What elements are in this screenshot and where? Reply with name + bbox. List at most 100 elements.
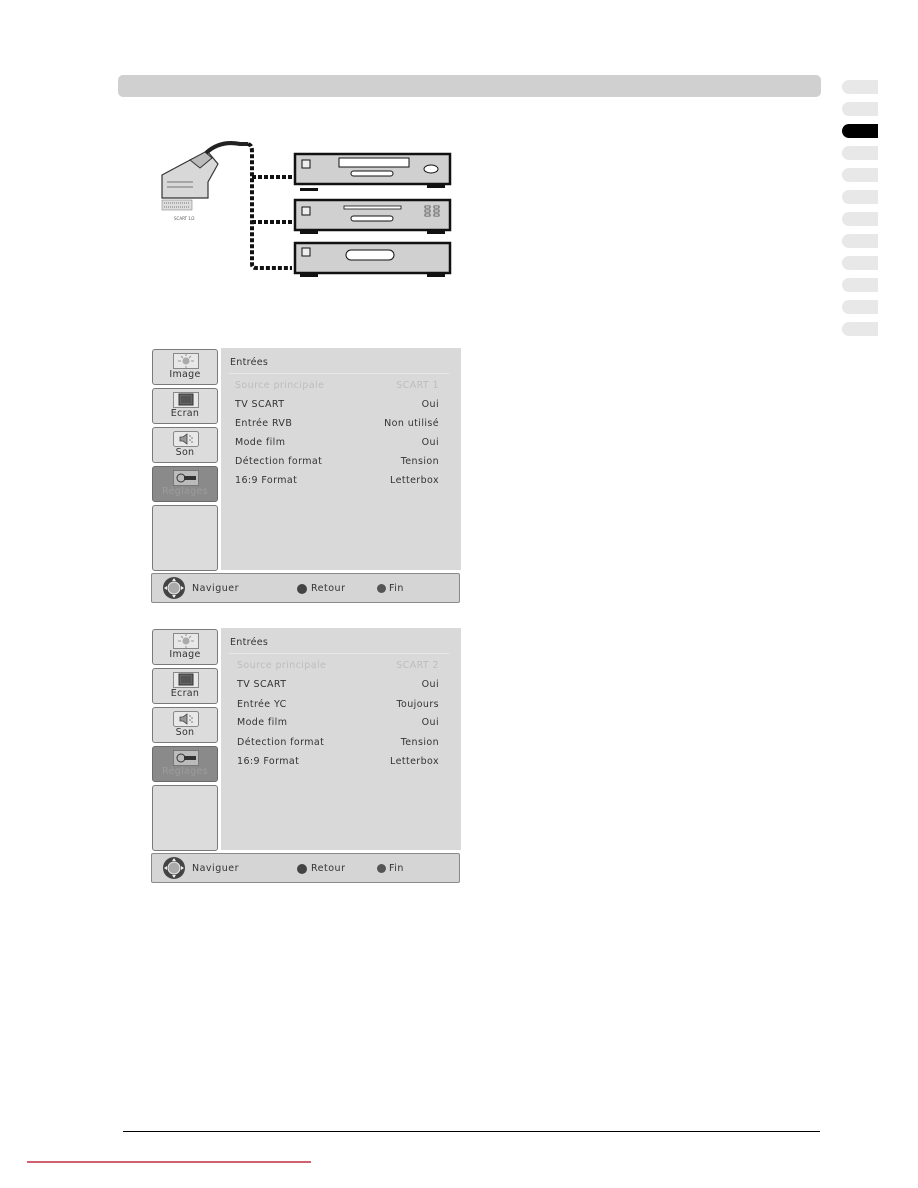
row-value[interactable]: Oui: [422, 679, 439, 690]
chapter-tab: [842, 102, 878, 116]
scart-label: SCART 1/2: [174, 216, 195, 221]
row-label: 16:9 Format: [237, 756, 300, 767]
sidebar-tab-reglages[interactable]: Réglages: [152, 466, 218, 502]
speaker-icon: [173, 711, 199, 727]
footer-exit-label: Fin: [389, 583, 404, 594]
scart-plug-icon: [161, 141, 248, 211]
osd-sidebar: Image Ecran Son Réglages: [151, 628, 221, 852]
row-value[interactable]: Tension: [401, 456, 439, 467]
sidebar-tab-image[interactable]: Image: [152, 349, 218, 385]
osd-footer: Naviguer Retour Fin: [151, 573, 460, 603]
chapter-tab: [842, 190, 878, 204]
screen-tv-icon: [173, 392, 199, 408]
exit-button-icon[interactable]: [377, 584, 386, 593]
image-sun-icon: [173, 633, 199, 649]
row-label: TV SCART: [235, 399, 285, 410]
back-button-icon[interactable]: [297, 864, 307, 874]
row-label: Détection format: [237, 737, 325, 748]
menu-row-detection-format[interactable]: Détection format Tension: [221, 737, 461, 751]
osd-title-divider: [229, 653, 449, 654]
row-label: Mode film: [235, 437, 286, 448]
image-sun-icon: [173, 353, 199, 369]
settings-tools-icon: [173, 750, 199, 766]
sidebar-empty-slot: [152, 505, 218, 571]
footer-navigate-label: Naviguer: [192, 583, 239, 594]
menu-row-tv-scart[interactable]: TV SCART Oui: [221, 399, 461, 413]
menu-row-mode-film[interactable]: Mode film Oui: [221, 717, 461, 731]
chapter-tab: [842, 212, 878, 226]
row-label: Entrée RVB: [235, 418, 293, 429]
osd-sidebar: Image Ecran Son Réglages: [151, 348, 221, 572]
tab-label: Son: [175, 447, 195, 458]
vcr-icon: [293, 241, 452, 277]
menu-row-source-principale: Source principale SCART 1: [221, 380, 461, 394]
chapter-tab: [842, 146, 878, 160]
row-label: Source principale: [237, 660, 327, 671]
sidebar-tab-ecran[interactable]: Ecran: [152, 668, 218, 704]
tab-label: Image: [169, 369, 201, 380]
scart-connection-diagram: SCART 1/2: [150, 130, 460, 280]
osd-main-panel: Entrées Source principale SCART 2 TV SCA…: [221, 628, 461, 850]
row-value[interactable]: Tension: [401, 737, 439, 748]
sidebar-empty-slot: [152, 785, 218, 851]
back-button-icon[interactable]: [297, 584, 307, 594]
footer-navigate-label: Naviguer: [192, 863, 239, 874]
menu-row-source-principale: Source principale SCART 2: [221, 660, 461, 674]
chapter-tab: [842, 300, 878, 314]
sidebar-tab-son[interactable]: Son: [152, 427, 218, 463]
row-value: SCART 2: [396, 660, 439, 671]
osd-title: Entrées: [230, 637, 269, 648]
chapter-tab: [842, 234, 878, 248]
row-value[interactable]: Oui: [422, 437, 439, 448]
sidebar-tab-image[interactable]: Image: [152, 629, 218, 665]
row-value[interactable]: Oui: [422, 399, 439, 410]
row-value[interactable]: Letterbox: [390, 756, 439, 767]
osd-menu-inputs-yc: Entrées Source principale SCART 2 TV SCA…: [151, 628, 461, 883]
footer-back-label: Retour: [311, 583, 346, 594]
tab-label: Réglages: [162, 766, 208, 777]
menu-row-entree-rvb[interactable]: Entrée RVB Non utilisé: [221, 418, 461, 432]
chapter-tab: [842, 322, 878, 336]
chapter-tabs: [842, 80, 878, 344]
row-label: 16:9 Format: [235, 475, 298, 486]
settings-tools-icon: [173, 470, 199, 486]
osd-title: Entrées: [230, 357, 269, 368]
footer-link-underline: [27, 1161, 311, 1163]
tab-label: Réglages: [162, 486, 208, 497]
row-value[interactable]: Non utilisé: [384, 418, 439, 429]
row-value: SCART 1: [396, 380, 439, 391]
menu-row-entree-yc[interactable]: Entrée YC Toujours: [221, 699, 461, 713]
menu-row-16-9-format[interactable]: 16:9 Format Letterbox: [221, 475, 461, 489]
osd-menu-inputs-rgb: Entrées Source principale SCART 1 TV SCA…: [151, 348, 461, 603]
menu-row-detection-format[interactable]: Détection format Tension: [221, 456, 461, 470]
menu-row-16-9-format[interactable]: 16:9 Format Letterbox: [221, 756, 461, 770]
navigation-pad-icon[interactable]: [162, 576, 186, 600]
navigation-pad-icon[interactable]: [162, 856, 186, 880]
menu-row-mode-film[interactable]: Mode film Oui: [221, 437, 461, 451]
chapter-tab: [842, 278, 878, 292]
footer-exit-label: Fin: [389, 863, 404, 874]
tab-label: Son: [175, 727, 195, 738]
sidebar-tab-son[interactable]: Son: [152, 707, 218, 743]
row-value[interactable]: Letterbox: [390, 475, 439, 486]
row-value[interactable]: Toujours: [396, 699, 439, 710]
row-label: TV SCART: [237, 679, 287, 690]
section-header-bar: [118, 75, 821, 97]
dvd-player-icon: [293, 152, 452, 191]
menu-row-tv-scart[interactable]: TV SCART Oui: [221, 679, 461, 693]
footer-back-label: Retour: [311, 863, 346, 874]
screen-tv-icon: [173, 672, 199, 688]
speaker-icon: [173, 431, 199, 447]
exit-button-icon[interactable]: [377, 864, 386, 873]
sidebar-tab-ecran[interactable]: Ecran: [152, 388, 218, 424]
osd-footer: Naviguer Retour Fin: [151, 853, 460, 883]
chapter-tab-active: [842, 124, 878, 138]
row-value[interactable]: Oui: [422, 717, 439, 728]
cd-player-icon: [293, 198, 452, 234]
chapter-tab: [842, 80, 878, 94]
page-footer-rule: [123, 1131, 820, 1132]
chapter-tab: [842, 256, 878, 270]
tab-label: Image: [169, 649, 201, 660]
row-label: Entrée YC: [237, 699, 287, 710]
sidebar-tab-reglages[interactable]: Réglages: [152, 746, 218, 782]
